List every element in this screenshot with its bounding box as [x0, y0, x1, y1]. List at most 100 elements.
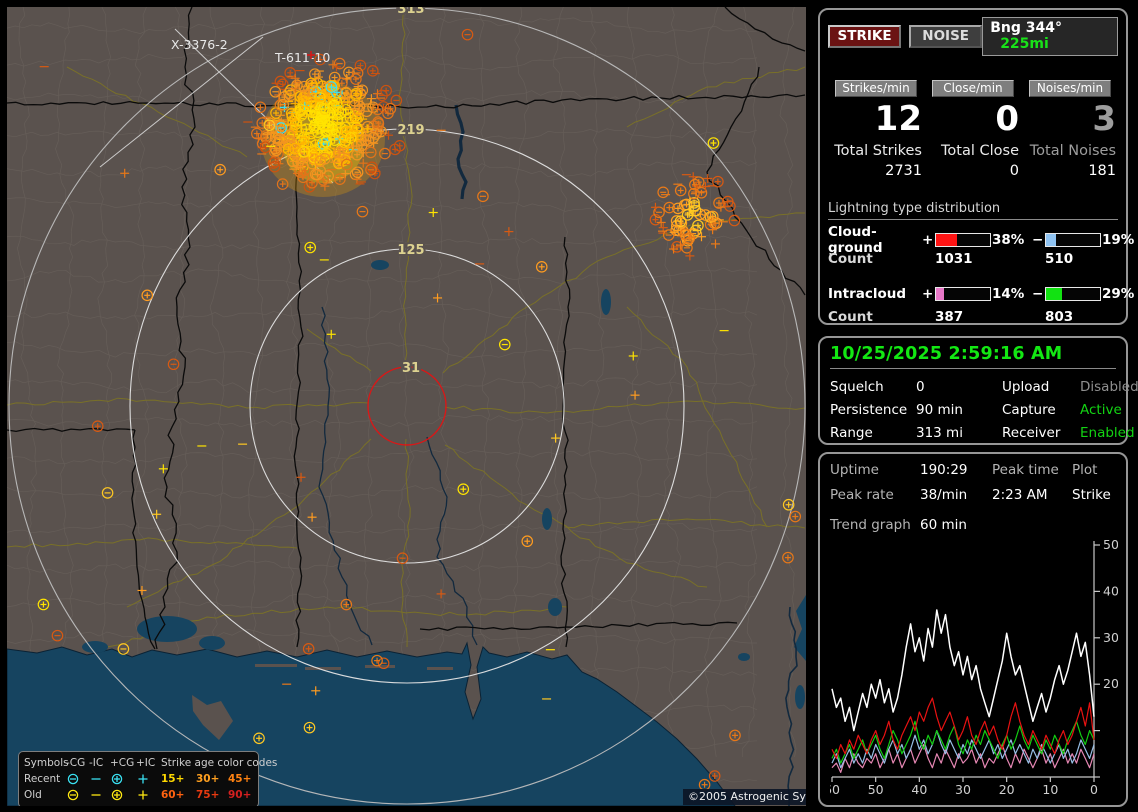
cg-plus-bar	[935, 233, 991, 247]
cg-plus-count: 1031	[935, 251, 1045, 267]
map-canvas: 31125219313X-3376-2T-611-10	[7, 7, 806, 806]
svg-text:31: 31	[402, 361, 420, 376]
age-code: 45+	[228, 771, 260, 787]
age-code: 60+	[161, 787, 196, 803]
strike-mode-button[interactable]: STRIKE	[828, 25, 901, 48]
svg-text:10: 10	[1042, 782, 1058, 797]
datetime-display: 10/25/2025 2:59:16 AM	[830, 344, 1116, 369]
intracloud-count-row: Count 387 803	[828, 306, 1118, 328]
upload-value: Disabled	[1080, 379, 1138, 395]
total-close-label: Total Close	[927, 143, 1019, 159]
legend-cg-neg-label: -CG	[66, 755, 89, 771]
ic-plus-count: 387	[935, 309, 1045, 325]
trend-graph-label: Trend graph	[830, 517, 920, 533]
range-label: Range	[830, 425, 916, 441]
strikes-column: Strikes/min 12 Total Strikes 2731	[830, 80, 922, 179]
lightning-distribution: Lightning type distribution Cloud-ground…	[828, 201, 1118, 328]
strikes-per-min-button[interactable]: Strikes/min	[835, 80, 918, 97]
total-strikes-value: 2731	[830, 163, 922, 179]
capture-label: Capture	[1002, 402, 1080, 418]
range-value: 313 mi	[916, 425, 1002, 441]
noise-mode-button[interactable]: NOISE	[909, 25, 982, 48]
plot-value: Strike	[1072, 487, 1116, 503]
age-code: 90+	[228, 787, 260, 803]
noises-column: Noises/min 3 Total Noises 181	[1024, 80, 1116, 179]
svg-text:20: 20	[1103, 676, 1118, 691]
ic-minus-pct: 29%	[1102, 286, 1138, 302]
plus-sign: +	[922, 286, 935, 302]
mode-button-row: STRIKE NOISE Bng 344° 225mi	[828, 17, 1118, 56]
ic-plus-bar	[935, 287, 991, 301]
positive-cg-symbol-icon	[110, 771, 136, 787]
trend-graph-row: Trend graph 60 min	[830, 517, 1116, 533]
status-panel: 10/25/2025 2:59:16 AM Squelch 0 Upload D…	[818, 336, 1128, 445]
legend-ic-pos-label: +IC	[136, 755, 161, 771]
svg-text:60: 60	[830, 782, 840, 797]
legend-symbols-label: Symbols	[24, 755, 66, 771]
total-noises-value: 181	[1024, 163, 1116, 179]
cloud-ground-row: Cloud-ground + 38% − 19%	[828, 224, 1118, 248]
peak-rate-label: Peak rate	[830, 487, 920, 503]
receiver-value: Enabled	[1080, 425, 1138, 441]
distribution-title: Lightning type distribution	[828, 201, 1118, 220]
intracloud-row: Intracloud + 14% − 29%	[828, 282, 1118, 306]
age-code: 15+	[161, 771, 196, 787]
uptime-grid: Uptime 190:29 Peak time Plot Peak rate 3…	[830, 462, 1116, 503]
stats-panel: STRIKE NOISE Bng 344° 225mi Strikes/min …	[818, 8, 1128, 325]
svg-text:50: 50	[1103, 537, 1118, 552]
bearing-distance: 225mi	[1000, 36, 1049, 52]
ic-count-label: Count	[828, 309, 935, 325]
age-code: 30+	[196, 771, 228, 787]
map-legend: Symbols -CG -IC +CG +IC Strike age color…	[18, 751, 259, 806]
ic-minus-bar	[1045, 287, 1101, 301]
negative-ic-symbol-icon	[89, 787, 110, 803]
lightning-map[interactable]: 31125219313X-3376-2T-611-10 Symbols -CG …	[7, 7, 806, 806]
status-grid: Squelch 0 Upload Disabled Persistence 90…	[830, 379, 1116, 441]
total-noises-label: Total Noises	[1024, 143, 1116, 159]
negative-ic-symbol-icon	[89, 771, 110, 787]
persistence-value: 90 min	[916, 402, 1002, 418]
noises-per-min-button[interactable]: Noises/min	[1029, 80, 1112, 97]
close-column: Close/min 0 Total Close 0	[927, 80, 1019, 179]
minus-sign: −	[1032, 286, 1045, 302]
svg-text:219: 219	[397, 123, 424, 138]
cg-minus-bar	[1045, 233, 1101, 247]
peak-time-label: Peak time	[992, 462, 1072, 478]
cg-minus-count: 510	[1045, 251, 1118, 267]
legend-row-old: Old60+75+90+	[24, 787, 254, 803]
legend-header-row: Symbols -CG -IC +CG +IC Strike age color…	[24, 755, 254, 771]
legend-row-label: Old	[24, 787, 66, 803]
legend-row-label: Recent	[24, 771, 66, 787]
svg-text:313: 313	[397, 7, 424, 17]
close-per-min-button[interactable]: Close/min	[932, 80, 1015, 97]
negative-cg-symbol-icon	[66, 771, 89, 787]
svg-text:20: 20	[999, 782, 1015, 797]
total-strikes-label: Total Strikes	[830, 143, 922, 159]
squelch-label: Squelch	[830, 379, 916, 395]
svg-text:50: 50	[868, 782, 884, 797]
legend-cg-pos-label: +CG	[110, 755, 136, 771]
squelch-value: 0	[916, 379, 1002, 395]
positive-ic-symbol-icon	[136, 787, 161, 803]
svg-text:30: 30	[1103, 630, 1118, 645]
bearing-indicator: Bng 344° 225mi	[982, 17, 1118, 56]
copyright-text: ©2005 Astrogenic Systems	[683, 789, 806, 805]
ic-plus-pct: 14%	[992, 286, 1032, 302]
cg-count-label: Count	[828, 251, 935, 267]
legend-ic-neg-label: -IC	[89, 755, 110, 771]
rate-columns: Strikes/min 12 Total Strikes 2731 Close/…	[828, 80, 1118, 179]
positive-ic-symbol-icon	[136, 771, 161, 787]
ic-minus-count: 803	[1045, 309, 1118, 325]
minus-sign: −	[1032, 232, 1045, 248]
strikes-per-min-value: 12	[830, 99, 922, 139]
uptime-label: Uptime	[830, 462, 920, 478]
noises-per-min-value: 3	[1024, 99, 1116, 139]
close-per-min-value: 0	[927, 99, 1019, 139]
bearing-value: Bng 344°	[990, 20, 1062, 36]
svg-text:X-3376-2: X-3376-2	[171, 37, 228, 52]
trend-graph: 203040506050403020100min	[830, 535, 1118, 797]
peak-rate-value: 38/min	[920, 487, 992, 503]
legend-row-recent: Recent15+30+45+	[24, 771, 254, 787]
legend-age-title: Strike age color codes	[161, 755, 290, 771]
cloud-ground-count-row: Count 1031 510	[828, 248, 1118, 270]
